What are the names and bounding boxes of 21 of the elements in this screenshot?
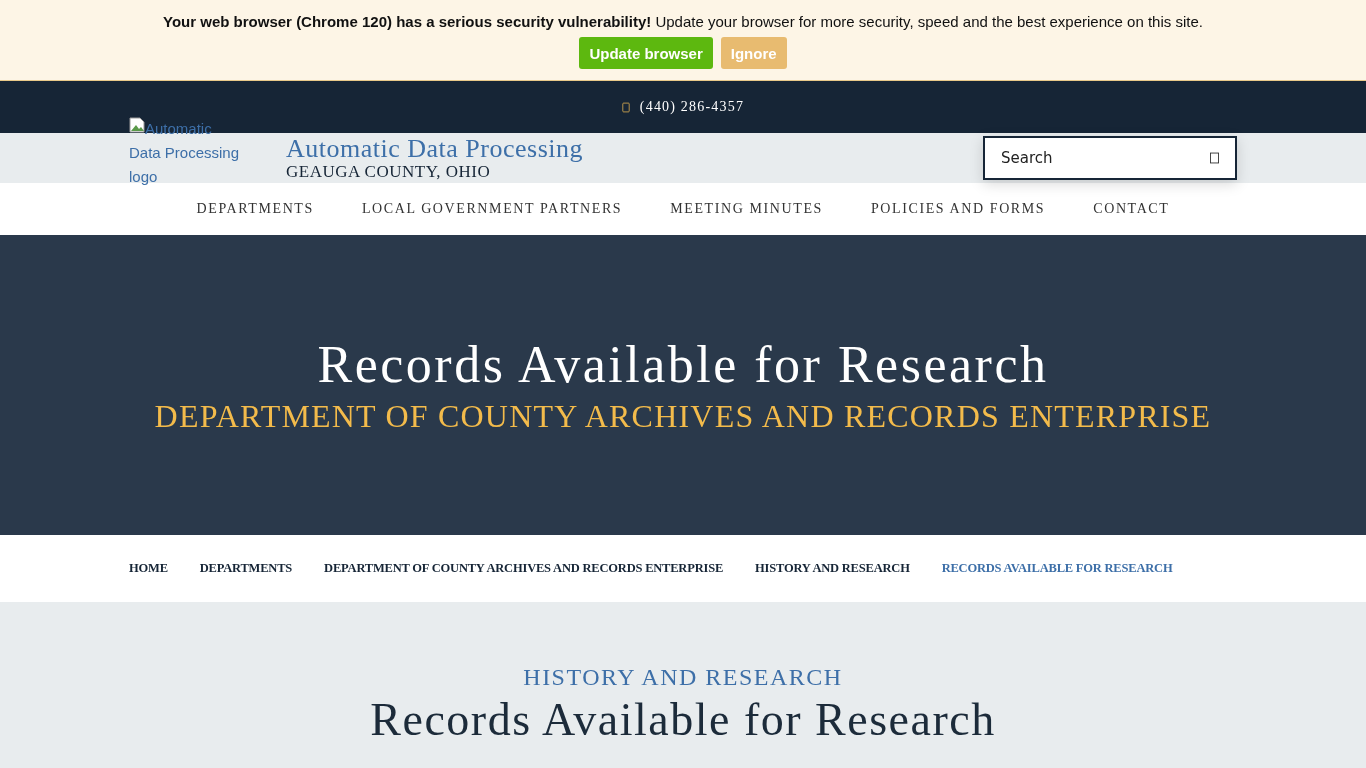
logo-alt-text[interactable]: Automatic Data Processing logo (129, 117, 244, 189)
nav-link[interactable]: CONTACT (1093, 201, 1170, 217)
browser-warning: Your web browser (Chrome 120) has a serious security vulnerability! Update your browser for more security, speed and the best experience on this site. (162, 13, 1204, 30)
search-field[interactable]: Search (983, 136, 1237, 180)
breadcrumb-link[interactable]: RECORDS AVAILABLE FOR RESEARCH (941, 561, 1173, 576)
page-title: Records Available for Research (317, 335, 1049, 394)
breadcrumb-link[interactable]: HISTORY AND RESEARCH (755, 561, 910, 576)
site-title[interactable]: Automatic Data Processing (286, 135, 583, 163)
breadcrumb-link[interactable]: HOME (129, 561, 168, 576)
nav-link[interactable]: DEPARTMENTS (196, 201, 314, 217)
content-heading: Records Available for Research (369, 693, 997, 747)
section-label: HISTORY AND RESEARCH (522, 664, 844, 691)
site-subtitle: GEAUGA COUNTY, OHIO (286, 163, 492, 181)
nav-link[interactable]: POLICIES AND FORMS (870, 201, 1046, 217)
page-subtitle: DEPARTMENT OF COUNTY ARCHIVES AND RECORDS ENTERPRISE (154, 398, 1212, 435)
breadcrumb-link[interactable]: DEPARTMENT OF COUNTY ARCHIVES AND RECORDS ENTERPRISE (324, 561, 724, 576)
breadcrumb-link[interactable]: DEPARTMENTS (199, 561, 293, 576)
nav-link[interactable]: LOCAL GOVERNMENT PARTNERS (361, 201, 623, 217)
broken-image-icon (129, 117, 145, 133)
phone-number[interactable]: (440) 286-4357 (639, 99, 745, 115)
nav-link[interactable]: MEETING MINUTES (670, 201, 823, 217)
